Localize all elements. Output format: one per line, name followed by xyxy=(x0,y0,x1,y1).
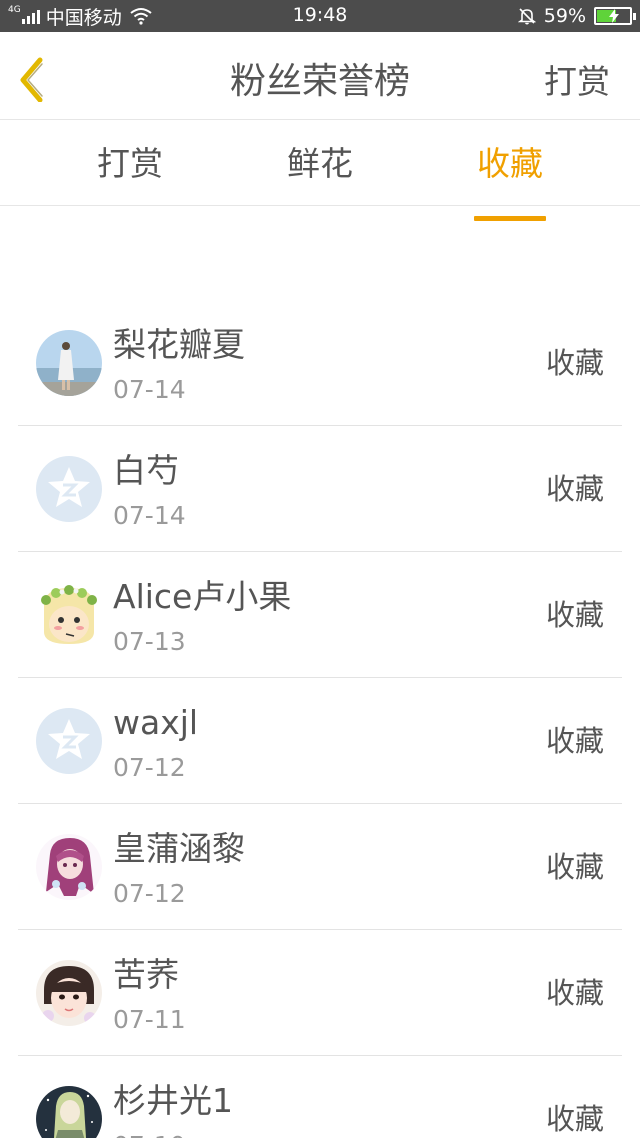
row-action-label: 收藏 xyxy=(545,346,604,380)
battery-percent: 59% xyxy=(543,5,586,27)
fan-date: 07-14 xyxy=(113,375,186,404)
row-action-label: 收藏 xyxy=(545,976,604,1010)
fan-name: Alice卢小果 xyxy=(113,577,292,616)
row-action-label: 收藏 xyxy=(545,1102,604,1136)
tab-reward[interactable]: 打赏 xyxy=(60,143,200,199)
avatar[interactable] xyxy=(36,1086,102,1138)
fan-date: 07-14 xyxy=(113,501,186,530)
fan-date: 07-12 xyxy=(113,753,186,782)
tab-label: 收藏 xyxy=(477,144,543,183)
row-action-label: 收藏 xyxy=(545,724,604,758)
avatar[interactable] xyxy=(36,456,102,522)
fan-date: 07-10 xyxy=(113,1130,186,1138)
fan-name: waxjl xyxy=(113,703,199,742)
avatar[interactable] xyxy=(36,330,102,396)
bell-muted-icon xyxy=(517,8,536,25)
list-item[interactable]: 梨花瓣夏 07-14 收藏 xyxy=(18,300,622,426)
reward-button[interactable]: 打赏 xyxy=(544,60,610,104)
row-action-label: 收藏 xyxy=(545,850,604,884)
fan-name: 杉井光1 xyxy=(113,1081,233,1120)
avatar[interactable] xyxy=(36,834,102,900)
fan-date: 07-13 xyxy=(113,627,186,656)
avatar[interactable] xyxy=(36,582,102,648)
screen: 4G 中国移动 19:48 59% 粉丝荣誉榜 打赏 打赏 鲜花 收藏 梨花瓣夏… xyxy=(0,0,640,1138)
status-bar: 4G 中国移动 19:48 59% xyxy=(0,0,640,32)
fan-name: 苦荞 xyxy=(113,955,179,994)
fan-date: 07-11 xyxy=(113,1005,186,1034)
row-action-label: 收藏 xyxy=(545,598,604,632)
list-item[interactable]: 苦荞 07-11 收藏 xyxy=(18,930,622,1056)
tab-bar: 打赏 鲜花 收藏 xyxy=(0,121,640,221)
battery-charging-icon xyxy=(594,7,636,25)
tab-flowers[interactable]: 鲜花 xyxy=(250,143,390,199)
back-button[interactable] xyxy=(10,52,60,103)
fan-date: 07-12 xyxy=(113,879,186,908)
status-right: 59% xyxy=(517,4,636,28)
list-item[interactable]: Alice卢小果 07-13 收藏 xyxy=(18,552,622,678)
fan-name: 皇蒲涵黎 xyxy=(113,829,245,868)
fan-name: 梨花瓣夏 xyxy=(113,325,245,364)
fan-name: 白芍 xyxy=(113,451,179,490)
row-action-label: 收藏 xyxy=(545,472,604,506)
list-item[interactable]: 杉井光1 07-10 收藏 xyxy=(18,1056,622,1138)
chevron-left-icon xyxy=(20,57,43,103)
list-item[interactable]: 皇蒲涵黎 07-12 收藏 xyxy=(18,804,622,930)
active-tab-indicator xyxy=(474,216,546,221)
avatar[interactable] xyxy=(36,960,102,1026)
avatar[interactable] xyxy=(36,708,102,774)
tab-label: 打赏 xyxy=(97,144,163,183)
header: 粉丝荣誉榜 打赏 xyxy=(0,32,640,120)
fan-list: 梨花瓣夏 07-14 收藏 白芍 07-14 收藏 Alice卢小果 07-13… xyxy=(18,300,622,1138)
list-item[interactable]: 白芍 07-14 收藏 xyxy=(18,426,622,552)
list-item[interactable]: waxjl 07-12 收藏 xyxy=(18,678,622,804)
tab-favorites[interactable]: 收藏 xyxy=(440,143,580,221)
tab-label: 鲜花 xyxy=(287,144,353,183)
